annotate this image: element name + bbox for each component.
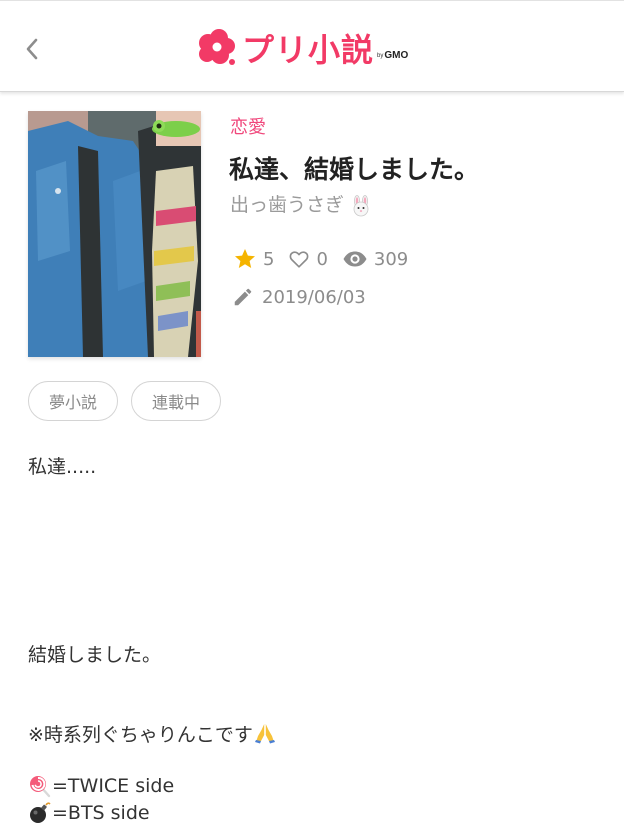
- view-count: 309: [342, 247, 408, 271]
- genre-label[interactable]: 恋愛: [230, 113, 266, 139]
- rabbit-face-icon: [353, 194, 369, 216]
- synopsis-line: 私達.....: [28, 455, 97, 478]
- like-count[interactable]: 0: [288, 248, 328, 270]
- star-icon: [235, 249, 255, 268]
- cloud-logo-icon: [199, 29, 235, 65]
- update-date-value: 2019/06/03: [262, 286, 366, 308]
- bomb-icon: [30, 802, 51, 823]
- like-count-value: 0: [316, 248, 328, 270]
- author-name-text: 出っ歯うさぎ: [230, 194, 345, 216]
- synopsis-line: =TWICE side: [28, 773, 174, 799]
- app-header: プリ小説 by GMO: [0, 0, 624, 92]
- tag-list: 夢小説 連載中: [28, 381, 234, 421]
- star-count-value: 5: [263, 248, 275, 270]
- synopsis-line-text: =TWICE side: [52, 775, 175, 797]
- lollipop-icon: [30, 776, 51, 798]
- tag-ongoing[interactable]: 連載中: [131, 381, 222, 421]
- logo-brand-text: GMO: [384, 49, 409, 61]
- update-date: 2019/06/03: [232, 284, 366, 310]
- star-count: 5: [233, 247, 274, 271]
- back-button[interactable]: [14, 31, 50, 67]
- logo-text: プリ小説: [242, 31, 375, 69]
- synopsis-line: 結婚しました。: [28, 643, 162, 666]
- site-logo[interactable]: プリ小説 by GMO: [196, 27, 408, 69]
- folded-hands-icon: [254, 724, 275, 744]
- tag-dream-novel[interactable]: 夢小説: [28, 381, 119, 421]
- chevron-left-icon: [26, 38, 38, 60]
- synopsis-line-text: ※時系列ぐちゃりんこです: [28, 723, 253, 746]
- novel-stats: 5 0 309: [233, 246, 422, 272]
- pencil-icon: [234, 288, 252, 306]
- novel-title: 私達、結婚しました。: [229, 155, 480, 184]
- synopsis-line-text: =BTS side: [52, 802, 150, 824]
- cover-image[interactable]: [28, 111, 201, 357]
- synopsis-line: =BTS side: [28, 800, 150, 826]
- author-name[interactable]: 出っ歯うさぎ: [230, 190, 372, 217]
- synopsis-line: ※時系列ぐちゃりんこです: [28, 720, 277, 746]
- eye-icon: [343, 251, 367, 267]
- logo-by-text: by: [377, 53, 384, 59]
- heart-icon: [290, 251, 309, 268]
- view-count-value: 309: [373, 248, 409, 270]
